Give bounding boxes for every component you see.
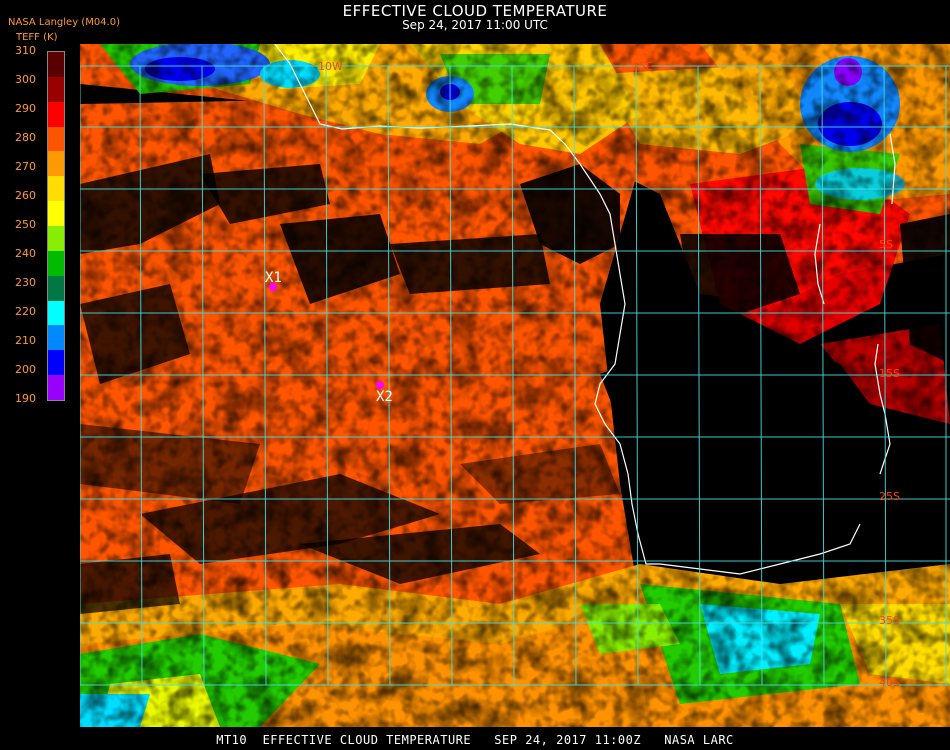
lat-label-40s: 40S bbox=[879, 676, 900, 689]
lon-label-15e: 15E bbox=[632, 60, 653, 73]
marker-x2-label: X2 bbox=[376, 389, 393, 405]
marker-x2-dot bbox=[376, 381, 384, 389]
lon-label-10w: 10W bbox=[318, 60, 343, 73]
lat-label-35s: 35S bbox=[879, 614, 900, 627]
colorbar-tick: 310 bbox=[15, 44, 36, 57]
satellite-map: 10W 15E 5S 15S 25S 35S 40S X1 X2 bbox=[79, 42, 950, 727]
marker-x1-label: X1 bbox=[265, 270, 282, 286]
colorbar-tick: 240 bbox=[15, 247, 36, 260]
colorbar-swatch bbox=[48, 250, 64, 277]
colorbar-swatch bbox=[48, 350, 64, 376]
colorbar-tick: 210 bbox=[15, 334, 36, 347]
colorbar-swatch bbox=[48, 201, 64, 227]
colorbar-swatch bbox=[48, 176, 64, 202]
colorbar-tick: 300 bbox=[15, 73, 36, 86]
colorbar-tick: 250 bbox=[15, 218, 36, 231]
colorbar-swatch bbox=[48, 52, 64, 78]
lat-label-25s: 25S bbox=[879, 490, 900, 503]
colorbar-swatch bbox=[48, 325, 64, 351]
map-canvas: 10W 15E 5S 15S 25S 35S 40S X1 X2 bbox=[79, 42, 950, 727]
colorbar-swatch bbox=[48, 375, 64, 401]
colorbar-swatch bbox=[48, 300, 64, 326]
colorbar-tick: 200 bbox=[15, 363, 36, 376]
lat-label-15s: 15S bbox=[879, 367, 900, 380]
colorbar-tick: 190 bbox=[15, 392, 36, 405]
colorbar-swatch bbox=[48, 101, 64, 128]
colorbar-tick: 220 bbox=[15, 305, 36, 318]
colorbar-swatch bbox=[48, 76, 64, 103]
colorbar-tick: 290 bbox=[15, 102, 36, 115]
page-subtitle: Sep 24, 2017 11:00 UTC bbox=[402, 18, 548, 32]
colorbar-swatch bbox=[48, 151, 64, 177]
producer-label: NASA Langley (M04.0) bbox=[8, 17, 120, 28]
map-footer: MT10 EFFECTIVE CLOUD TEMPERATURE SEP 24,… bbox=[216, 733, 734, 747]
lat-label-5s: 5S bbox=[879, 238, 893, 251]
colorbar-tick: 260 bbox=[15, 189, 36, 202]
colorbar-tick: 230 bbox=[15, 276, 36, 289]
colorbar-swatch bbox=[48, 275, 64, 302]
colorbar-swatch bbox=[48, 126, 64, 152]
colorbar-tick: 270 bbox=[15, 160, 36, 173]
colorbar-tick: 280 bbox=[15, 131, 36, 144]
colorbar-title: TEFF (K) bbox=[16, 32, 58, 43]
colorbar-swatch bbox=[48, 226, 64, 252]
colorbar-strip bbox=[47, 51, 65, 401]
